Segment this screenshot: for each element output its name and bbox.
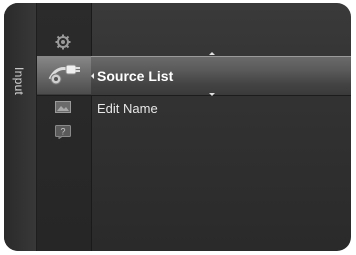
category-label: Input bbox=[12, 67, 26, 96]
picture-icon[interactable] bbox=[54, 100, 72, 114]
selection-left-arrow-icon bbox=[91, 73, 94, 79]
input-plug-icon[interactable] bbox=[46, 61, 82, 87]
help-icon[interactable]: ? bbox=[54, 124, 72, 140]
scroll-down-arrow-icon[interactable] bbox=[209, 93, 215, 96]
scroll-up-arrow-icon[interactable] bbox=[209, 52, 215, 55]
menu-item-source-list[interactable]: Source List bbox=[97, 68, 173, 84]
tv-menu-screen: Input ? Source List Edit Name bbox=[4, 3, 351, 251]
settings-icon[interactable] bbox=[54, 33, 72, 51]
svg-text:?: ? bbox=[60, 127, 65, 137]
category-tab-input[interactable]: Input bbox=[4, 3, 37, 251]
menu-item-edit-name[interactable]: Edit Name bbox=[97, 101, 158, 116]
